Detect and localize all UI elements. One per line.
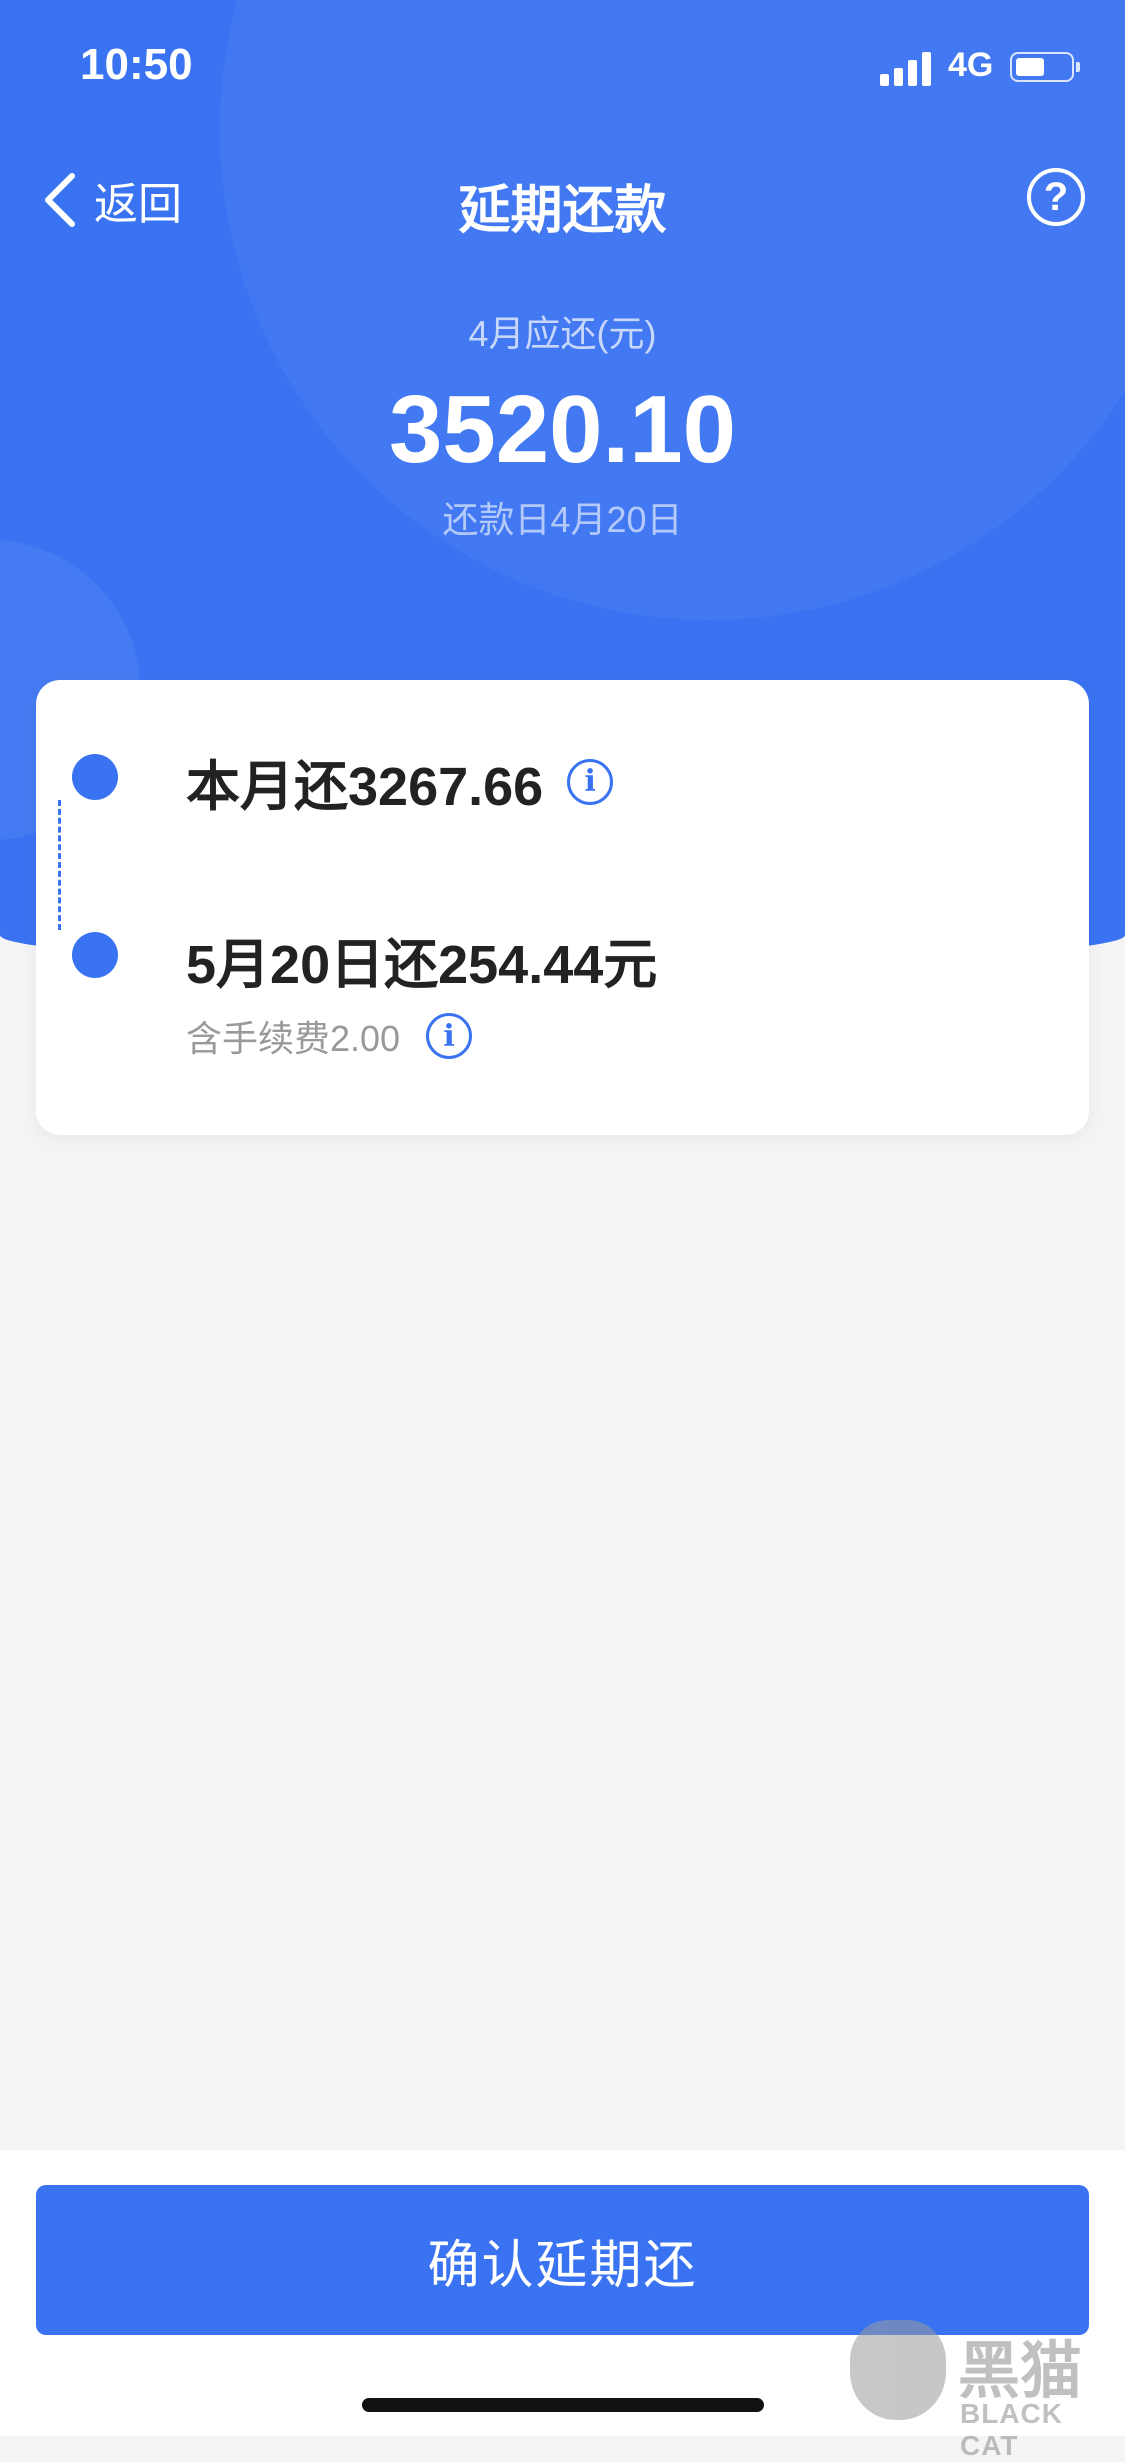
network-type: 4G	[948, 46, 994, 84]
watermark-cn: 黑猫	[958, 2337, 1083, 2406]
status-bar: 10:50 4G	[0, 0, 1125, 140]
repayment-plan-card: 本月还3267.66 i 5月20日还254.44元 含手续费2.00 i	[36, 680, 1089, 1135]
cat-logo-icon	[850, 2320, 946, 2420]
plan-item-this-month: 本月还3267.66 i	[186, 742, 614, 821]
page-title: 延期还款	[458, 182, 667, 240]
info-icon[interactable]: i	[426, 1013, 473, 1059]
fee-note: 含手续费2.00 i	[186, 1010, 473, 1062]
due-summary: 4月应还(元) 3520.10 还款日4月20日	[0, 305, 1125, 543]
fee-text: 含手续费2.00	[186, 1018, 401, 1059]
navigation-bar: 返回 延期还款 ?	[0, 150, 1125, 250]
info-icon[interactable]: i	[567, 758, 614, 805]
watermark-en: BLACK CAT	[960, 2398, 1063, 2461]
confirm-extension-button[interactable]: 确认延期还	[36, 2185, 1089, 2335]
home-indicator	[362, 2398, 764, 2412]
plan-item-text: 5月20日还254.44元	[186, 935, 658, 995]
signal-icon	[880, 50, 936, 86]
timeline-dot	[72, 932, 118, 978]
plan-item-next: 5月20日还254.44元	[186, 920, 657, 999]
watermark-logo: 黑猫 BLACK CAT	[850, 2320, 1120, 2461]
timeline-dot	[72, 754, 118, 800]
due-amount: 3520.10	[388, 376, 736, 483]
due-date: 还款日4月20日	[442, 499, 683, 540]
due-label: 4月应还(元)	[468, 313, 657, 354]
plan-item-text: 本月还3267.66	[186, 757, 544, 817]
status-time: 10:50	[80, 40, 193, 89]
timeline-connector	[58, 800, 61, 930]
battery-icon	[1010, 52, 1080, 82]
help-icon[interactable]: ?	[1027, 168, 1085, 226]
